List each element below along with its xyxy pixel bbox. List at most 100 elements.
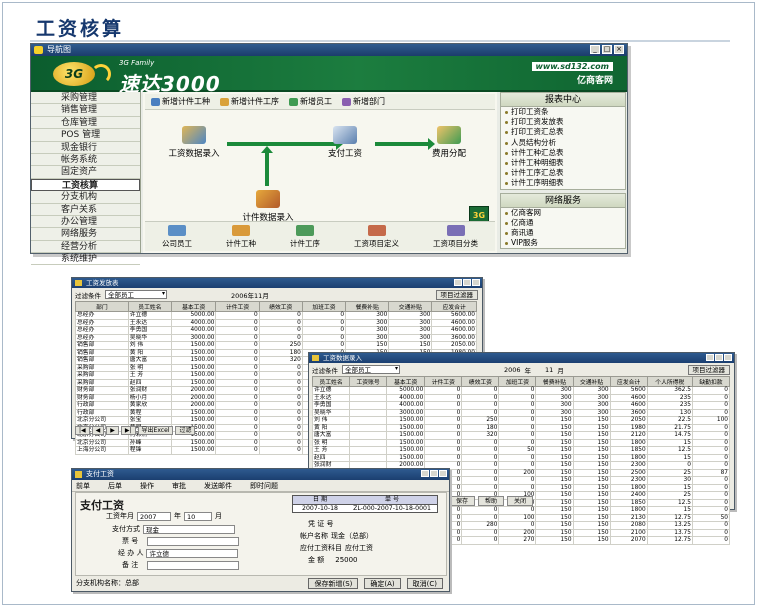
table-cell[interactable]: 0	[498, 431, 537, 440]
table-row[interactable]: 王 芳 1500.00 0 0 50 150 150 1850 12.5 0	[311, 446, 731, 455]
table-cell[interactable]: 150	[535, 521, 574, 530]
table-cell[interactable]: 采购部	[75, 371, 129, 380]
table-cell[interactable]	[349, 453, 388, 462]
column-header[interactable]: 绩效工资	[258, 301, 303, 312]
table-cell[interactable]: 150	[572, 423, 611, 432]
table-cell[interactable]: 1800	[609, 453, 648, 462]
item-filter-button[interactable]: 项目过滤器	[435, 289, 478, 300]
table-cell[interactable]: 150	[572, 498, 611, 507]
table-cell[interactable]: 0	[691, 431, 731, 440]
table-cell[interactable]: 0	[258, 416, 303, 425]
table-cell[interactable]: 0	[258, 378, 303, 387]
next-record-button[interactable]: ▶	[106, 426, 119, 435]
table-cell[interactable]: 0	[691, 438, 731, 447]
table-cell[interactable]: 1500.00	[170, 341, 217, 350]
table-cell[interactable]: 1980	[609, 423, 648, 432]
table-cell[interactable]: 李勇国	[311, 401, 351, 410]
table-cell[interactable]: 唐大富	[311, 431, 351, 440]
table-cell[interactable]: 0	[424, 401, 463, 410]
table-cell[interactable]: 150	[572, 476, 611, 485]
table-cell[interactable]: 13.25	[646, 521, 693, 530]
menu-operate[interactable]: 操作	[140, 480, 154, 491]
table-cell[interactable]: 唐大富	[127, 356, 172, 365]
table-cell[interactable]: 王永达	[311, 393, 351, 402]
table-cell[interactable]: 0	[215, 438, 260, 447]
table-cell[interactable]: 总经办	[75, 326, 129, 335]
help-button[interactable]: 帮助	[478, 496, 505, 506]
table-cell[interactable]: 150	[535, 513, 574, 522]
table-cell[interactable]	[349, 446, 388, 455]
report-link[interactable]: 人员结构分析	[501, 138, 625, 148]
column-header[interactable]: 计件工资	[215, 301, 260, 312]
service-link[interactable]: 亿商通	[501, 218, 625, 228]
table-cell[interactable]: 300	[572, 393, 611, 402]
table-cell[interactable]: 300	[388, 311, 433, 320]
table-cell[interactable]: 150	[572, 438, 611, 447]
table-cell[interactable]: 1500.00	[170, 363, 217, 372]
report-link[interactable]: 计件工种明细表	[501, 158, 625, 168]
table-cell[interactable]: 4600.00	[431, 326, 477, 335]
close-button[interactable]	[724, 354, 732, 361]
table-cell[interactable]	[349, 401, 388, 410]
sidebar-item-warehouse[interactable]: 仓库管理	[31, 117, 140, 130]
table-cell[interactable]: 150	[572, 431, 611, 440]
table-cell[interactable]: 0	[258, 423, 303, 432]
note-field[interactable]	[147, 560, 240, 570]
table-cell[interactable]: 0	[215, 423, 260, 432]
table-cell[interactable]: 5000.00	[170, 311, 217, 320]
table-cell[interactable]: 孙峰	[127, 438, 172, 447]
report-link[interactable]: 打印工资汇总表	[501, 127, 625, 137]
table-cell[interactable]: 0	[461, 453, 500, 462]
service-link[interactable]: 亿商客网	[501, 208, 625, 218]
table-cell[interactable]: 15	[646, 483, 693, 492]
table-cell[interactable]: 0	[424, 386, 463, 395]
table-cell[interactable]: 2000.00	[170, 393, 217, 402]
table-cell[interactable]	[349, 431, 388, 440]
table-cell[interactable]: 150	[572, 483, 611, 492]
table-cell[interactable]: 14.75	[646, 431, 693, 440]
table-cell[interactable]: 杨小月	[127, 393, 172, 402]
table-cell[interactable]: 王 芳	[127, 371, 172, 380]
table-cell[interactable]: 0	[646, 461, 693, 470]
table-cell[interactable]: 0	[258, 408, 303, 417]
column-header[interactable]: 应发合计	[609, 376, 648, 387]
table-cell[interactable]: 王 芳	[311, 446, 351, 455]
table-cell[interactable]: 1500.00	[170, 438, 217, 447]
table-cell[interactable]: 0	[461, 476, 500, 485]
table-cell[interactable]: 30	[646, 476, 693, 485]
table-cell[interactable]: 黄家欣	[127, 401, 172, 410]
table-cell[interactable]: 270	[498, 536, 537, 545]
ok-button[interactable]: 确定(A)	[364, 578, 401, 589]
table-cell[interactable]: 4600.00	[431, 318, 477, 327]
table-cell[interactable]: 0	[215, 318, 260, 327]
table-cell[interactable]: 1500.00	[170, 408, 217, 417]
table-cell[interactable]: 320	[258, 356, 303, 365]
table-cell[interactable]: 1850	[609, 446, 648, 455]
table-cell[interactable]: 1500.00	[170, 446, 217, 455]
table-cell[interactable]: 0	[215, 371, 260, 380]
table-cell[interactable]: 1500.00	[170, 371, 217, 380]
table-cell[interactable]	[349, 416, 388, 425]
item-filter-button[interactable]: 项目过滤器	[687, 364, 730, 375]
menu-next[interactable]: 后单	[108, 480, 122, 491]
handler-select[interactable]: 许立德	[146, 548, 239, 558]
menu-prev[interactable]: 前单	[76, 480, 90, 491]
piece-processes-button[interactable]: 计件工序	[290, 225, 320, 249]
table-cell[interactable]: 黄 阳	[311, 423, 351, 432]
table-cell[interactable]: 300	[345, 326, 390, 335]
table-cell[interactable]: 赵四	[311, 453, 351, 462]
table-cell[interactable]: 0	[691, 536, 731, 545]
table-cell[interactable]: 150	[572, 536, 611, 545]
new-employee-button[interactable]: 新增员工	[289, 96, 338, 107]
table-cell[interactable]: 财务部	[75, 393, 129, 402]
table-cell[interactable]: 2080	[609, 521, 648, 530]
table-cell[interactable]: 150	[572, 513, 611, 522]
table-cell[interactable]: 25	[646, 468, 693, 477]
sidebar-item-network[interactable]: 网络服务	[31, 228, 140, 241]
table-cell[interactable]: 12.5	[646, 498, 693, 507]
close-button[interactable]	[439, 470, 447, 477]
method-select[interactable]: 现金	[143, 524, 235, 534]
table-cell[interactable]: 0	[258, 446, 303, 455]
table-cell[interactable]: 0	[215, 378, 260, 387]
column-header[interactable]: 个人所得税	[646, 376, 693, 387]
